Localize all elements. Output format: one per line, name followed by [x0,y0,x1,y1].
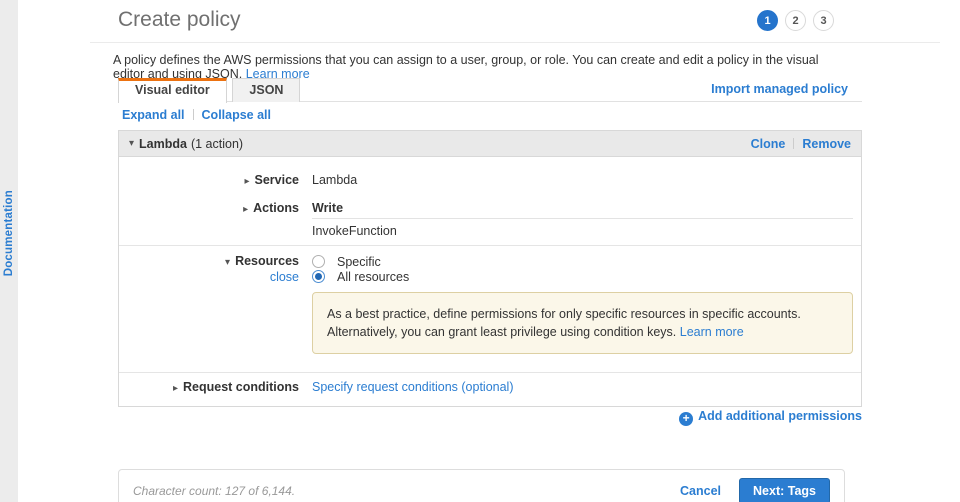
resources-section: ▾ Resources close [119,254,299,354]
page-title: Create policy [118,8,241,31]
request-conditions-toggle[interactable]: ▸ Request conditions [119,380,299,394]
permission-block-lambda: ▾ Lambda (1 action) Clone Remove ▸ Service… [118,130,862,407]
section-divider [119,245,861,246]
policy-description-text: A policy defines the AWS permissions tha… [113,53,819,81]
create-policy-page: Documentation Create policy 1 2 3 A poli… [0,0,960,502]
remove-link[interactable]: Remove [802,137,851,151]
permission-service-name: Lambda [139,136,187,151]
wizard-steps: 1 2 3 [757,10,834,31]
documentation-sidebar[interactable]: Documentation [0,0,18,502]
resource-option-specific[interactable]: Specific [312,254,853,269]
request-conditions-value: Specify request conditions (optional) [312,380,861,394]
clone-link[interactable]: Clone [751,137,786,151]
wizard-step-2: 2 [785,10,806,31]
collapse-all-link[interactable]: Collapse all [202,108,271,122]
resource-option-label: All resources [337,269,410,284]
resources-value: Specific All resources As a best practic… [312,254,861,354]
footer-action-bar: Character count: 127 of 6,144. Cancel Ne… [118,469,845,502]
permission-block-header[interactable]: ▾ Lambda (1 action) Clone Remove [119,131,861,157]
actions-label: Actions [253,201,299,215]
request-conditions-label: Request conditions [183,380,299,394]
specify-request-conditions-link[interactable]: Specify request conditions (optional) [312,380,514,394]
divider [192,109,194,120]
actions-row: ▸ Actions Write InvokeFunction [119,201,861,238]
section-divider [119,372,861,373]
tab-visual-editor[interactable]: Visual editor [118,78,227,103]
warning-learn-more-link[interactable]: Learn more [680,325,744,339]
caret-down-icon: ▾ [225,257,231,268]
wizard-step-3: 3 [813,10,834,31]
caret-right-icon: ▸ [243,204,249,215]
documentation-tab-label[interactable]: Documentation [3,190,15,276]
request-conditions-row: ▸ Request conditions Specify request cond… [119,380,861,406]
tab-json[interactable]: JSON [232,78,301,102]
next-tags-button[interactable]: Next: Tags [739,478,830,502]
action-item: InvokeFunction [312,224,397,238]
policy-description: A policy defines the AWS permissions tha… [113,53,833,81]
service-value: Lambda [312,173,358,187]
resources-close-link[interactable]: close [119,270,299,284]
resource-option-label: Specific [337,254,381,269]
add-additional-permissions-link[interactable]: + Add additional permissions [679,409,862,426]
add-permissions-row: + Add additional permissions [118,408,862,426]
plus-circle-icon: + [679,412,694,426]
resource-option-all-resources[interactable]: All resources [312,269,853,284]
permission-action-count: (1 action) [190,136,244,151]
service-row: ▸ Service Lambda [119,173,861,187]
best-practice-warning: As a best practice, define permissions f… [312,292,853,354]
caret-right-icon: ▸ [244,176,250,187]
add-additional-permissions-label: Add additional permissions [698,409,862,423]
resources-section-toggle[interactable]: ▾ Resources [119,254,299,268]
service-section-toggle[interactable]: ▸ Service [119,173,299,187]
wizard-step-1: 1 [757,10,778,31]
caret-down-icon: ▾ [129,138,135,149]
actions-value: Write InvokeFunction [312,201,861,238]
radio-selected[interactable] [312,270,325,283]
expand-collapse-toolbar: Expand all Collapse all [122,108,271,122]
resources-label: Resources [235,254,299,268]
editor-tabs: Visual editor JSON Import managed policy [118,78,862,103]
resources-row: ▾ Resources close Specific All resources … [119,254,861,354]
radio-unselected[interactable] [312,255,325,268]
service-label: Service [254,173,299,187]
caret-right-icon: ▸ [172,383,179,394]
import-managed-policy-link[interactable]: Import managed policy [711,82,848,96]
title-divider [90,42,940,43]
divider [793,138,795,149]
action-group-write: Write [312,201,853,219]
cancel-button[interactable]: Cancel [680,484,721,498]
actions-section-toggle[interactable]: ▸ Actions [119,201,299,238]
expand-all-link[interactable]: Expand all [122,108,185,122]
character-count: Character count: 127 of 6,144. [133,484,296,498]
